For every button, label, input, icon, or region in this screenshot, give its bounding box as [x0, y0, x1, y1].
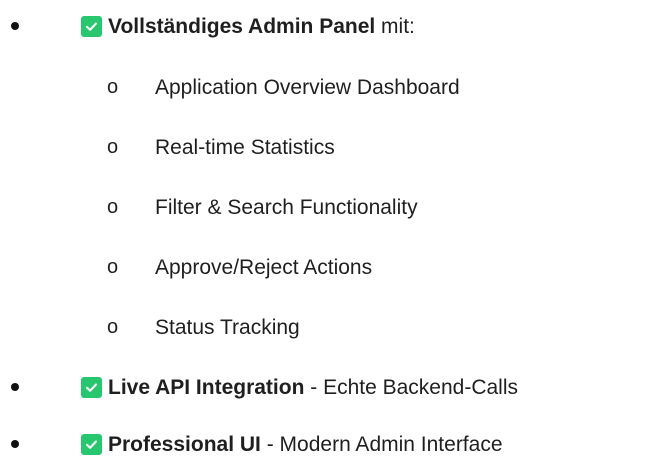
- sub-list-item-text: Filter & Search Functionality: [155, 195, 418, 219]
- sub-list-item-text: Status Tracking: [155, 315, 300, 339]
- check-icon: [81, 376, 102, 398]
- bullet-item-rest-text: mit:: [375, 14, 415, 38]
- sub-list-item: o Approve/Reject Actions: [0, 247, 648, 287]
- bullet-icon: [11, 22, 19, 30]
- sub-list-item: o Status Tracking: [0, 307, 648, 347]
- bullet-item-text: Professional UI - Modern Admin Interface: [108, 434, 503, 455]
- sub-list-item-text: Approve/Reject Actions: [155, 255, 373, 279]
- bullet-item-rest-text: - Modern Admin Interface: [260, 432, 503, 456]
- bullet-item-text: Vollständiges Admin Panel mit:: [108, 16, 415, 37]
- bullet-list-item: Professional UI - Modern Admin Interface: [0, 424, 648, 464]
- bullet-list-item: Live API Integration - Echte Backend-Cal…: [0, 367, 648, 407]
- bullet-item-bold-text: Vollständiges Admin Panel: [108, 14, 376, 38]
- sub-bullet-marker: o: [107, 136, 119, 158]
- bullet-icon: [11, 440, 19, 448]
- bullet-icon: [11, 383, 19, 391]
- sub-bullet-marker: o: [107, 316, 119, 338]
- check-icon: [81, 15, 102, 37]
- sub-bullet-marker: o: [107, 76, 119, 98]
- bullet-item-rest-text: - Echte Backend-Calls: [304, 375, 519, 399]
- bullet-item-bold-text: Professional UI: [108, 432, 261, 456]
- sub-list-item-text: Application Overview Dashboard: [155, 75, 460, 99]
- bullet-item-text: Live API Integration - Echte Backend-Cal…: [108, 377, 518, 398]
- sub-bullet-marker: o: [107, 196, 119, 218]
- bullet-item-bold-text: Live API Integration: [108, 375, 305, 399]
- sub-list-item: o Application Overview Dashboard: [0, 67, 648, 107]
- check-icon: [81, 433, 102, 455]
- sub-list-item: o Filter & Search Functionality: [0, 187, 648, 227]
- document-page: Vollständiges Admin Panel mit: o Applica…: [0, 0, 648, 466]
- bullet-list-item: Vollständiges Admin Panel mit:: [0, 6, 648, 46]
- sub-list-item-text: Real-time Statistics: [155, 135, 335, 159]
- sub-list-item: o Real-time Statistics: [0, 127, 648, 167]
- sub-bullet-marker: o: [107, 256, 119, 278]
